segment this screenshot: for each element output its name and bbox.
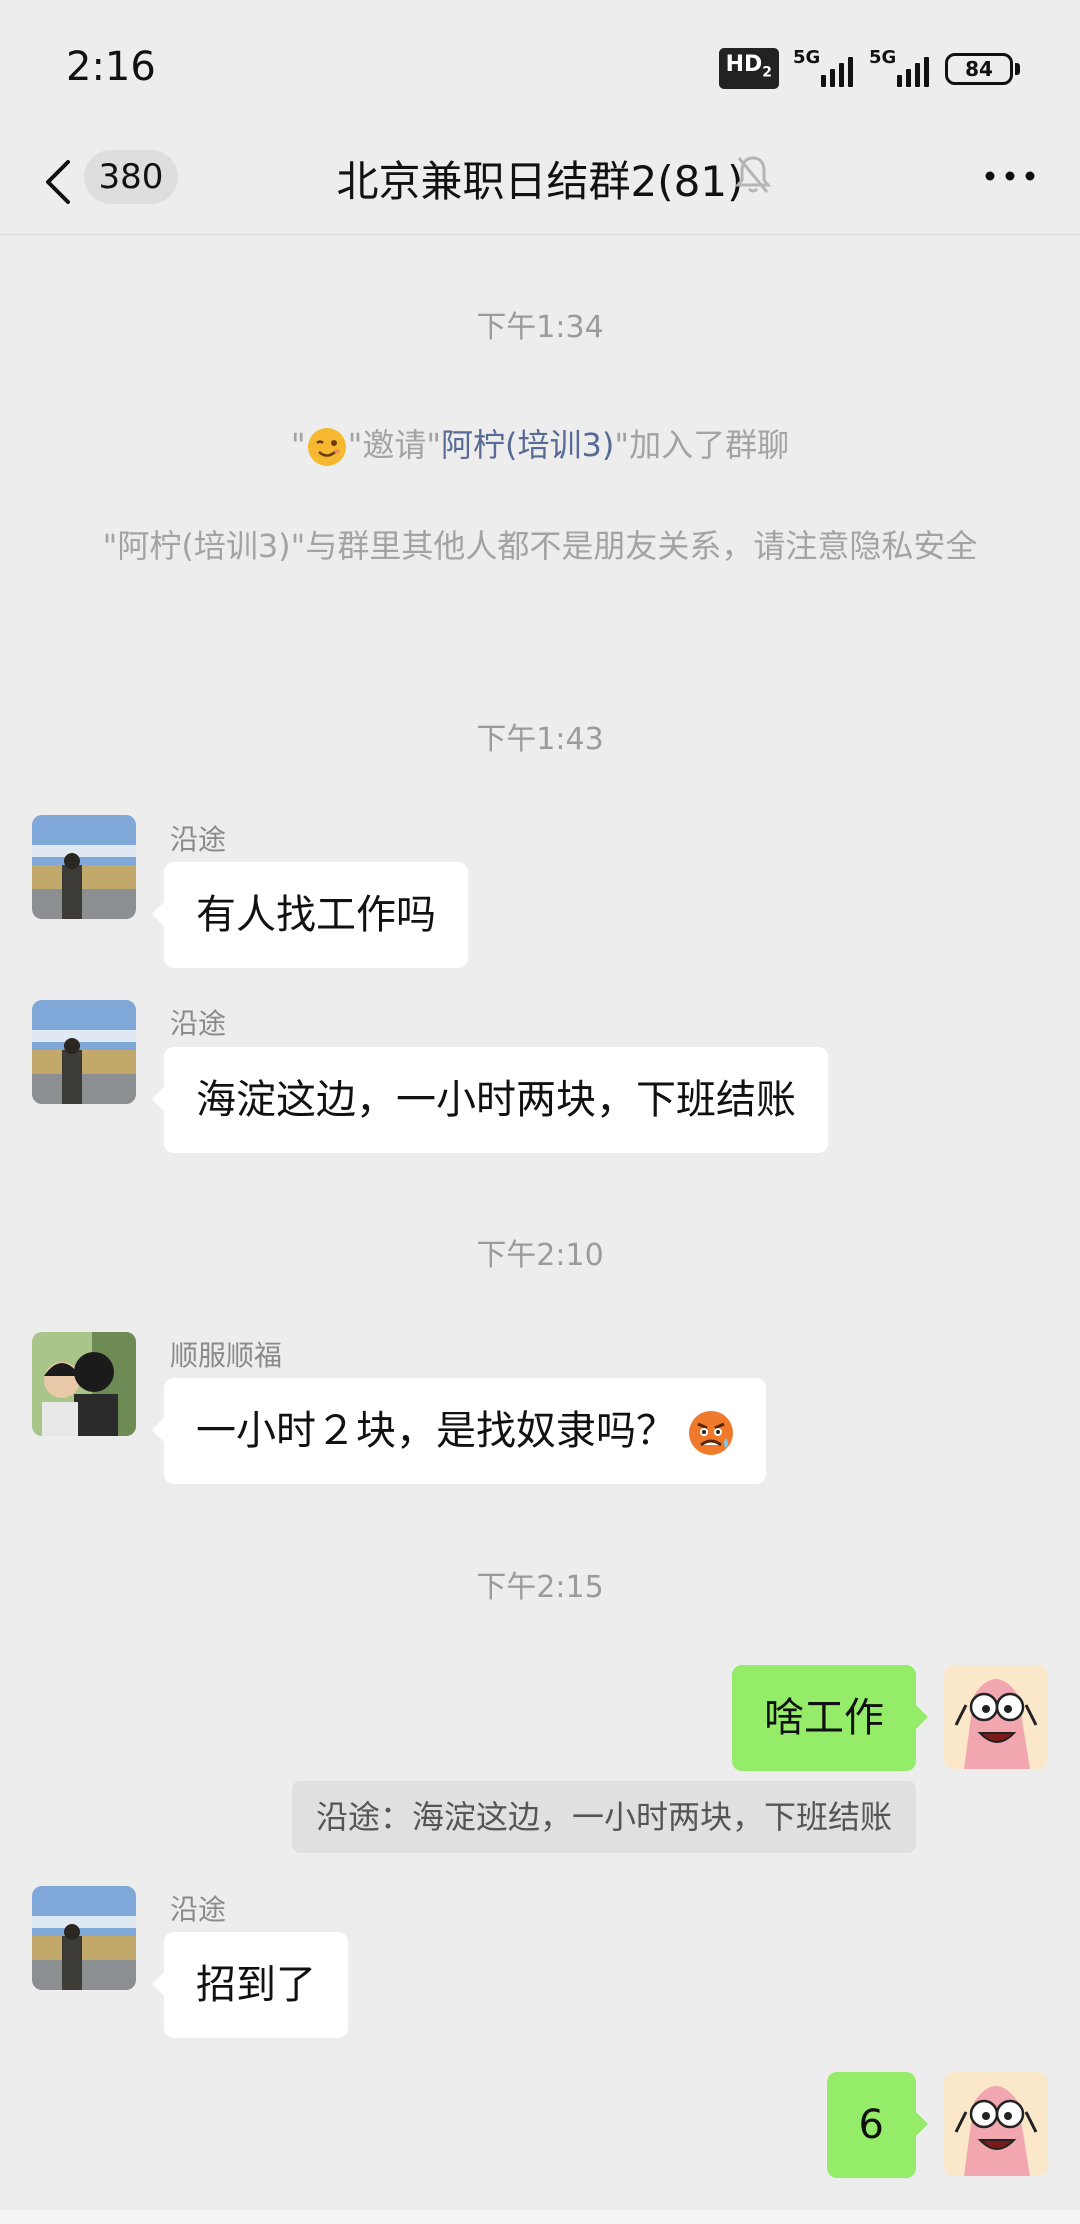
status-bar: 2:16 HD2 5G 5G 84 (0, 0, 1080, 130)
message-bubble[interactable]: 有人找工作吗 (152, 862, 468, 968)
signal-icon: 5G (793, 47, 855, 87)
sender-name: 沿途 (170, 1007, 227, 1040)
timestamp: 下午2:15 (476, 1570, 604, 1605)
invitee-link[interactable]: 阿柠(培训3) (441, 426, 614, 464)
avatar[interactable] (32, 815, 136, 919)
signal-icon: 5G (869, 47, 931, 87)
message-bubble-self[interactable]: 啥工作 (732, 1665, 928, 1771)
message-bubble[interactable]: 一小时２块，是找奴隶吗？ (152, 1378, 766, 1484)
angry-emoji-icon (689, 1411, 733, 1455)
timestamp: 下午2:10 (476, 1238, 604, 1273)
avatar[interactable] (32, 1886, 136, 1990)
sender-name: 顺服顺福 (170, 1339, 283, 1372)
timestamp: 下午1:34 (476, 310, 604, 345)
self-avatar[interactable] (944, 2072, 1048, 2176)
mute-bell-icon (734, 156, 772, 193)
system-invite-message: " "邀请"阿柠(培训3)"加入了群聊 (0, 420, 1080, 468)
bottom-edge (0, 2210, 1080, 2224)
status-time: 2:16 (66, 44, 156, 90)
wink-emoji-icon (307, 428, 346, 466)
privacy-notice: "阿柠(培训3)"与群里其他人都不是朋友关系，请注意隐私安全 (102, 527, 978, 565)
status-indicators: HD2 5G 5G 84 (718, 47, 1020, 90)
chat-header: 380 北京兼职日结群2(81) (0, 130, 1080, 235)
avatar[interactable] (32, 1332, 136, 1436)
hd-badge: HD2 (718, 48, 779, 90)
timestamp: 下午1:43 (476, 722, 604, 757)
avatar[interactable] (32, 1000, 136, 1104)
sender-name: 沿途 (170, 1893, 227, 1926)
sender-name: 沿途 (170, 823, 227, 856)
chat-title: 北京兼职日结群2(81) (336, 157, 744, 206)
message-bubble[interactable]: 海淀这边，一小时两块，下班结账 (152, 1047, 828, 1153)
self-avatar[interactable] (944, 1665, 1048, 1769)
quoted-message[interactable]: 沿途：海淀这边，一小时两块，下班结账 (291, 1781, 916, 1853)
more-dots-icon[interactable] (982, 158, 1038, 194)
message-bubble[interactable]: 招到了 (152, 1932, 348, 2038)
battery-icon: 84 (945, 52, 1020, 85)
message-bubble-self[interactable]: 6 (826, 2072, 929, 2178)
